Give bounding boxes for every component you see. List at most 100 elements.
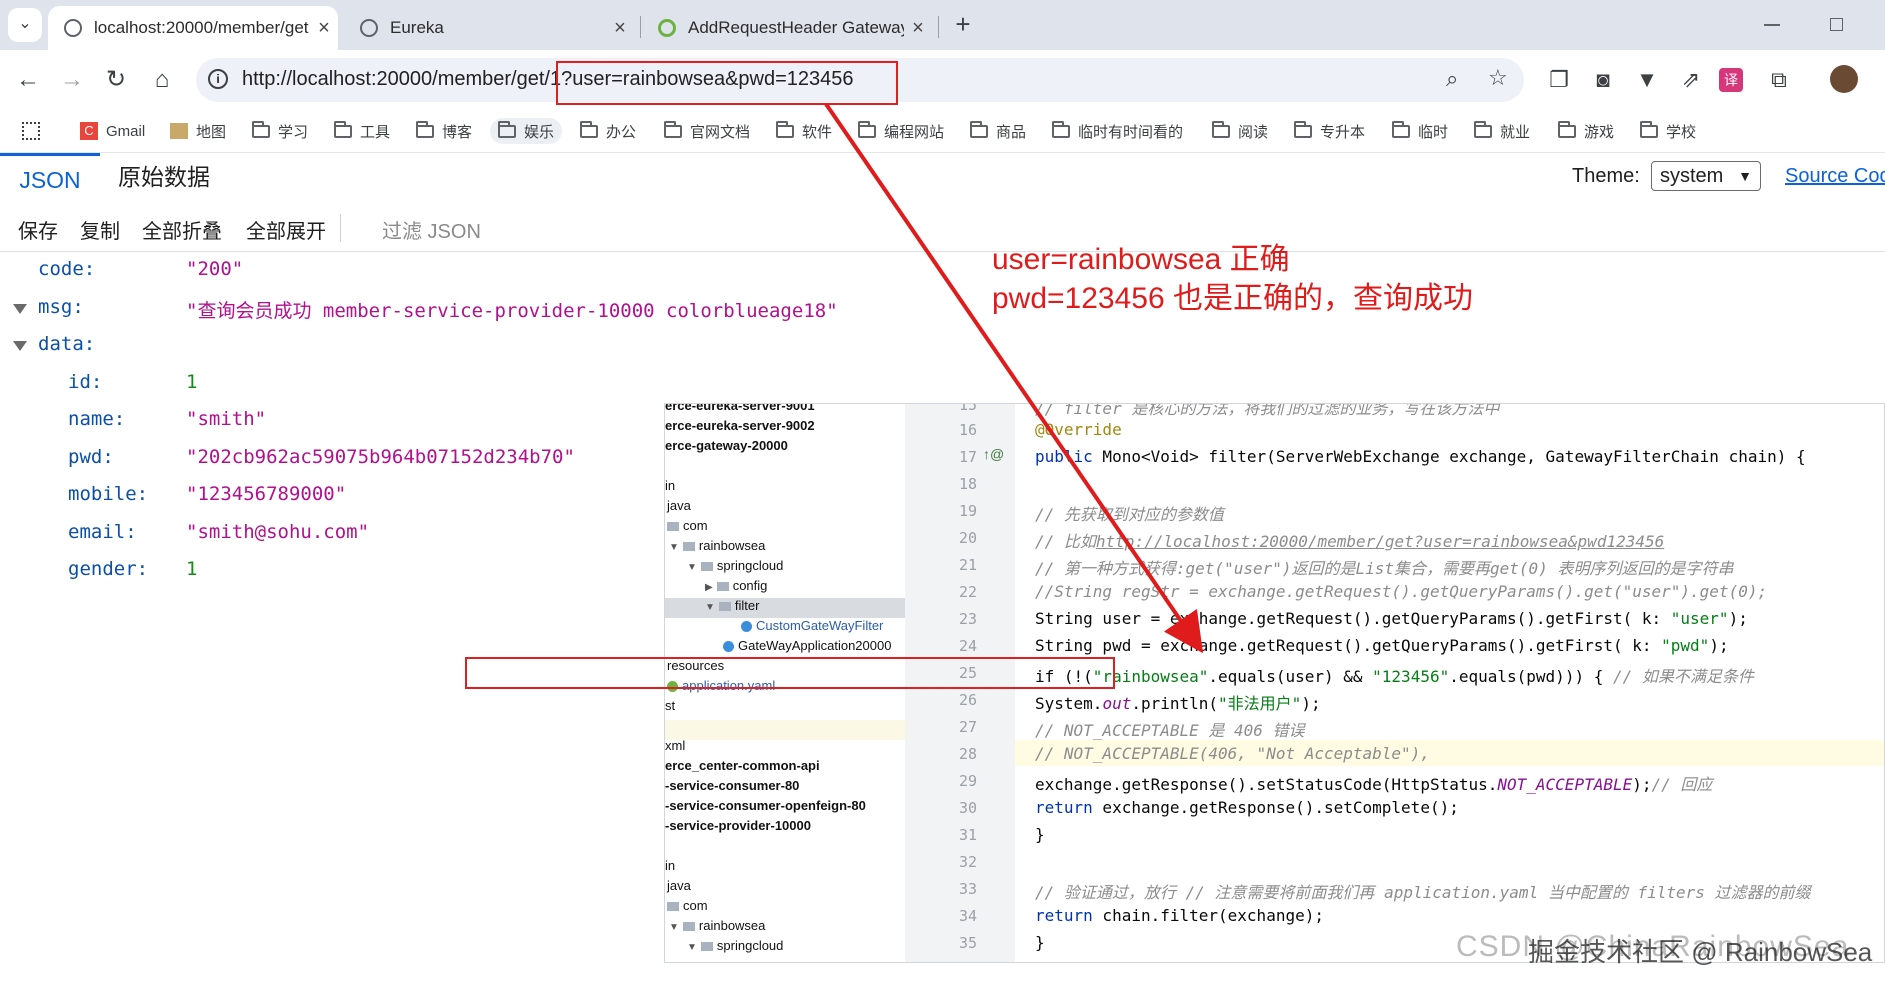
bookmark-folder[interactable]: 软件 [776, 118, 832, 144]
bookmark-gmail[interactable]: C Gmail [80, 118, 145, 144]
tree-item[interactable]: ▼ rainbowsea [669, 538, 765, 553]
close-tab-icon[interactable]: × [606, 17, 634, 40]
code-text: chain.filter(exchange); [1092, 906, 1324, 925]
zoom-icon[interactable]: ⌕ [1446, 66, 1458, 92]
extension-translate-icon[interactable]: 译 [1719, 68, 1743, 92]
code-line: String user = exchange.getRequest().getQ… [1035, 609, 1748, 628]
tree-item[interactable]: in [665, 478, 675, 493]
tree-item[interactable]: com [667, 898, 708, 913]
site-info-icon[interactable]: i [208, 69, 228, 89]
tree-item[interactable]: ▼ rainbowsea [669, 918, 765, 933]
tree-item[interactable]: -service-consumer-80 [665, 778, 799, 793]
tree-label: com [683, 898, 708, 913]
close-tab-icon[interactable]: × [904, 17, 932, 40]
bookmark-folder[interactable]: 编程网站 [858, 118, 944, 144]
reading-list-icon[interactable]: ❐ [1543, 64, 1575, 96]
tree-item[interactable]: st [665, 698, 675, 713]
home-icon[interactable]: ⌂ [144, 62, 180, 98]
tab-separator [640, 16, 641, 38]
expand-all-button[interactable]: 全部展开 [246, 215, 326, 244]
tab-eureka[interactable]: Eureka × [344, 6, 634, 50]
source-code-link[interactable]: Source Code [1785, 165, 1885, 188]
tree-item[interactable]: erce-eureka-server-9001 [665, 404, 815, 413]
tree-item[interactable]: erce_center-common-api [665, 758, 820, 773]
tab-raw-data[interactable]: 原始数据 [118, 153, 210, 201]
tree-item[interactable]: xml [665, 738, 685, 753]
bookmark-folder[interactable]: 学习 [252, 118, 308, 144]
folder-icon [1392, 120, 1410, 138]
tab-search-button[interactable]: ⌄ [8, 8, 42, 42]
apps-grid-icon[interactable] [22, 122, 40, 140]
globe-icon [64, 19, 82, 37]
bookmark-label: 官网文档 [690, 123, 751, 141]
tab-localhost[interactable]: localhost:20000/member/get × [48, 6, 338, 50]
filter-json-input[interactable]: 过滤 JSON [382, 215, 481, 244]
restore-icon[interactable] [1830, 18, 1843, 31]
extensions-puzzle-icon[interactable]: ⧉ [1763, 64, 1795, 96]
override-gutter-icon[interactable]: ↑@ [983, 446, 1004, 462]
copy-button[interactable]: 复制 [80, 215, 120, 244]
line-number: 32 [958, 853, 977, 871]
bookmark-folder[interactable]: 阅读 [1212, 118, 1268, 144]
theme-select[interactable]: system ▼ [1651, 161, 1761, 191]
collapse-triangle-icon[interactable] [13, 304, 27, 314]
extension-v-icon[interactable]: ▼ [1631, 64, 1663, 96]
tree-item[interactable]: ▼ springcloud [687, 558, 783, 573]
bookmark-folder[interactable]: 临时有时间看的 [1052, 118, 1183, 144]
bookmark-maps[interactable]: 地图 [170, 118, 226, 144]
keyword: public [1035, 447, 1093, 466]
tree-item[interactable]: java [667, 878, 691, 893]
close-tab-icon[interactable]: × [310, 17, 338, 40]
bookmark-folder[interactable]: 就业 [1474, 118, 1530, 144]
profile-avatar[interactable] [1830, 65, 1858, 93]
bookmark-star-icon[interactable]: ☆ [1488, 65, 1508, 91]
extension-game-icon[interactable]: ◙ [1587, 64, 1619, 96]
bookmark-folder[interactable]: 工具 [334, 118, 390, 144]
tree-item[interactable]: -service-provider-10000 [665, 818, 811, 833]
annotation-line: user=rainbowsea 正确 [992, 243, 1290, 276]
back-icon[interactable]: ← [10, 62, 46, 98]
tree-item[interactable]: CustomGateWayFilter [741, 618, 883, 633]
tab-json[interactable]: JSON [0, 153, 100, 203]
code-editor[interactable]: // filter 是核心的方法，将我们的过滤的业务，写在该方法中 @Overr… [1015, 403, 1884, 962]
bookmark-folder[interactable]: 博客 [416, 118, 472, 144]
line-number: 20 [958, 529, 977, 547]
tree-item[interactable]: ▶ config [705, 578, 767, 593]
bookmark-folder[interactable]: 临时 [1392, 118, 1448, 144]
code-line: // filter 是核心的方法，将我们的过滤的业务，写在该方法中 [1035, 403, 1500, 418]
tree-item[interactable]: erce-gateway-20000 [665, 438, 788, 453]
json-value-mobile: "123456789000" [186, 483, 346, 513]
new-tab-button[interactable]: + [948, 10, 978, 40]
forward-icon[interactable]: → [54, 62, 90, 98]
tab-title: localhost:20000/member/get [94, 18, 309, 37]
collapse-all-button[interactable]: 全部折叠 [142, 215, 222, 244]
json-string: "smith@sohu.com" [186, 521, 370, 543]
tree-item[interactable]: com [667, 518, 708, 533]
tab-addrequestheader[interactable]: AddRequestHeader GatewayF × [642, 6, 932, 50]
divider [340, 214, 341, 242]
bookmark-folder[interactable]: 商品 [970, 118, 1026, 144]
tree-item[interactable]: ▼ filter [705, 598, 759, 613]
tree-item[interactable]: in [665, 858, 675, 873]
reload-icon[interactable]: ↻ [98, 62, 134, 98]
tree-item[interactable]: -service-consumer-openfeign-80 [665, 798, 866, 813]
tree-item[interactable]: GateWayApplication20000 [723, 638, 891, 653]
tree-item[interactable]: ▼ springcloud [687, 938, 783, 953]
bookmark-folder[interactable]: 办公 [580, 118, 636, 144]
bookmark-folder[interactable]: 游戏 [1558, 118, 1614, 144]
bookmark-folder[interactable]: 专升本 [1294, 118, 1365, 144]
chevron-right-icon: ▶ [705, 582, 713, 593]
save-button[interactable]: 保存 [18, 215, 58, 244]
tree-item[interactable]: erce-eureka-server-9002 [665, 418, 815, 433]
bookmark-folder[interactable]: 官网文档 [664, 118, 750, 144]
bookmark-folder[interactable]: 娱乐 [490, 118, 563, 144]
collapse-triangle-icon[interactable] [13, 341, 27, 351]
json-key: msg: [38, 296, 84, 318]
minimize-icon[interactable] [1764, 24, 1780, 26]
code-text: .equals(pwd))) { [1449, 667, 1613, 686]
code-text: .println( [1131, 694, 1219, 713]
tree-item[interactable]: java [667, 498, 691, 513]
folder-icon [682, 922, 695, 932]
bookmark-folder[interactable]: 学校 [1640, 118, 1696, 144]
open-external-icon[interactable]: ⇗ [1675, 64, 1707, 96]
